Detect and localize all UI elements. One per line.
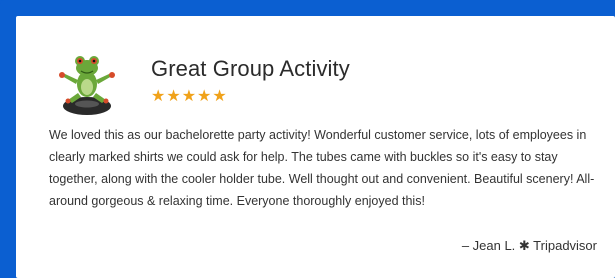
review-text: We loved this as our bachelorette party … (49, 128, 595, 208)
star-rating: ★★★★★ (151, 88, 228, 105)
frog-on-tube-icon (59, 56, 115, 115)
review-attribution: – Jean L. ✱ Tripadvisor (461, 238, 597, 253)
review-card: Great Group Activity ★★★★★ We loved this… (16, 16, 615, 278)
review-title: Great Group Activity (151, 56, 350, 81)
review-header: Great Group Activity ★★★★★ (56, 48, 596, 118)
review-frame: Great Group Activity ★★★★★ We loved this… (0, 0, 615, 278)
